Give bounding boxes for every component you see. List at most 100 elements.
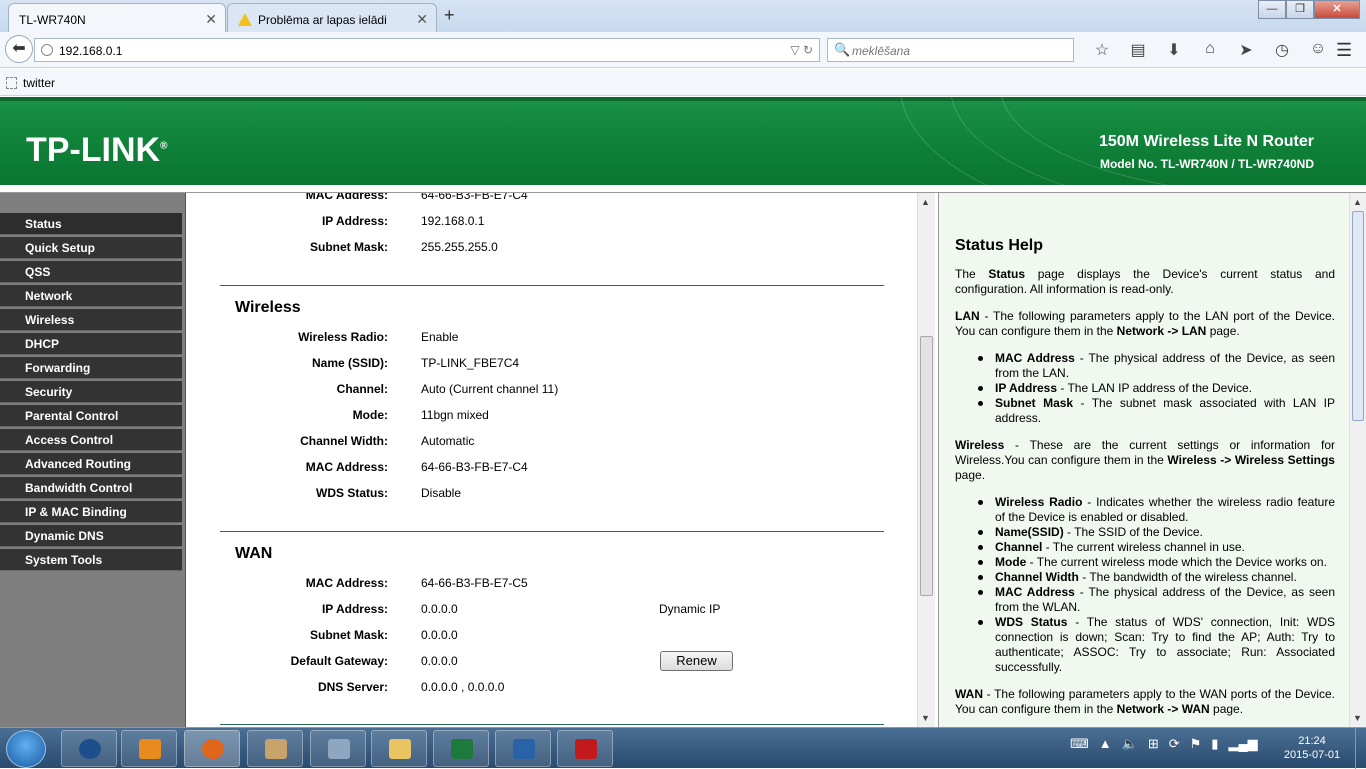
tab-tl-wr740n[interactable]: TL-WR740N ✕ [8, 3, 226, 32]
sidebar-item-security[interactable]: Security [0, 381, 182, 403]
main-scrollbar[interactable]: ▲ ▼ [917, 193, 935, 727]
network-icon[interactable]: ⟳ [1169, 736, 1180, 752]
browser-tab-bar: TL-WR740N ✕ Problēma ar lapas ielādi ✕ +… [0, 0, 1366, 32]
help-list-item: Channel - The current wireless channel i… [978, 540, 1335, 555]
send-icon[interactable]: ➤ [1228, 40, 1264, 60]
sidebar-item-access-control[interactable]: Access Control [0, 429, 182, 451]
router-header: TP-LINK® 150M Wireless Lite N Router Mod… [0, 97, 1366, 185]
help-list-item: MAC Address - The physical address of th… [978, 585, 1336, 614]
scroll-up-icon[interactable]: ▲ [921, 197, 930, 207]
product-model: Model No. TL-WR740N / TL-WR740ND [1099, 157, 1314, 171]
wireless-section-title: Wireless [235, 299, 301, 316]
menu-icon[interactable]: ☰ [1336, 40, 1352, 61]
clock-time: 21:24 [1298, 735, 1326, 747]
media-player-icon[interactable] [121, 730, 177, 767]
bookmark-star-icon[interactable]: ☆ [1084, 40, 1120, 60]
search-input[interactable]: 🔍 meklēšana [827, 38, 1074, 62]
help-title: Status Help [955, 237, 1044, 254]
excel-icon[interactable] [433, 730, 489, 767]
close-icon[interactable]: ✕ [205, 11, 217, 28]
scroll-thumb[interactable] [1352, 211, 1364, 421]
sidebar-item-advanced-routing[interactable]: Advanced Routing [0, 453, 182, 475]
sidebar-item-forwarding[interactable]: Forwarding [0, 357, 182, 379]
help-scrollbar[interactable]: ▲ ▼ [1349, 193, 1366, 727]
tray-expand-icon[interactable]: ▲ [1099, 736, 1112, 752]
taskbar-clock[interactable]: 21:24 2015-07-01 [1282, 734, 1342, 762]
sidebar-item-quick-setup[interactable]: Quick Setup [0, 237, 182, 259]
signal-icon[interactable]: ▂▄▆ [1228, 736, 1257, 752]
battery-icon[interactable]: ▮ [1211, 736, 1218, 752]
section-divider [220, 285, 884, 286]
section-divider [220, 724, 884, 725]
help-list-item: MAC Address - The physical address of th… [978, 351, 1336, 380]
sidebar-item-status[interactable]: Status [0, 213, 182, 235]
product-name: 150M Wireless Lite N Router [1098, 133, 1314, 150]
tab-label: Problēma ar lapas ielādi [258, 13, 387, 27]
status-main-panel: MAC Address: 64-66-B3-FB-E7-C4 IP Addres… [188, 193, 917, 727]
close-icon[interactable]: ✕ [416, 11, 428, 28]
app-icon[interactable] [495, 730, 551, 767]
acrobat-icon[interactable] [557, 730, 613, 767]
sidebar-item-parental-control[interactable]: Parental Control [0, 405, 182, 427]
tab-label: TL-WR740N [19, 13, 86, 27]
keyboard-icon[interactable]: ⌨ [1070, 736, 1089, 752]
sidebar-item-system-tools[interactable]: System Tools [0, 549, 182, 571]
show-desktop-button[interactable] [1355, 728, 1366, 769]
scroll-thumb[interactable] [920, 336, 933, 596]
help-wan: WAN - The following parameters apply to … [955, 687, 1335, 716]
close-window-button[interactable]: ✕ [1314, 0, 1360, 19]
sidebar-item-network[interactable]: Network [0, 285, 182, 307]
help-list-item: Name(SSID) - The SSID of the Device. [978, 525, 1335, 540]
sidebar-item-wireless[interactable]: Wireless [0, 309, 182, 331]
sidebar-item-dhcp[interactable]: DHCP [0, 333, 182, 355]
new-tab-button[interactable]: + [444, 5, 455, 26]
bookmark-icon [6, 77, 17, 89]
toolbar-icons: ☆ ▤ ⬇ ⌂ ➤ ◷ ☺ [1084, 40, 1336, 60]
sidebar-item-ip-mac-binding[interactable]: IP & MAC Binding [0, 501, 182, 523]
firefox-icon[interactable] [184, 730, 240, 767]
minimize-button[interactable]: — [1258, 0, 1286, 19]
file-explorer-icon[interactable] [371, 730, 427, 767]
url-bar[interactable]: 192.168.0.1 ▽ ↻ [34, 38, 820, 62]
home-icon[interactable]: ⌂ [1192, 40, 1228, 60]
smiley-icon[interactable]: ☺ [1300, 40, 1336, 60]
reload-icon[interactable]: ▽ ↻ [790, 43, 813, 57]
sidebar-item-qss[interactable]: QSS [0, 261, 182, 283]
url-text: 192.168.0.1 [59, 44, 123, 58]
sidebar-item-dynamic-dns[interactable]: Dynamic DNS [0, 525, 182, 547]
sidebar-item-bandwidth-control[interactable]: Bandwidth Control [0, 477, 182, 499]
volume-icon[interactable]: 🔈 [1122, 736, 1138, 752]
windows-taskbar: ⌨ ▲ 🔈 ⊞ ⟳ ⚑ ▮ ▂▄▆ 21:24 2015-07-01 [0, 727, 1366, 769]
help-lan: LAN - The following parameters apply to … [955, 309, 1335, 338]
bookmark-twitter[interactable]: twitter [6, 76, 55, 90]
header-divider [0, 185, 1366, 193]
action-center-icon[interactable]: ⚑ [1190, 736, 1202, 752]
history-icon[interactable]: ◷ [1264, 40, 1300, 60]
system-tray: ⌨ ▲ 🔈 ⊞ ⟳ ⚑ ▮ ▂▄▆ [1070, 736, 1258, 752]
scroll-up-icon[interactable]: ▲ [1353, 197, 1362, 207]
help-intro: The Status page displays the Device's cu… [955, 267, 1335, 296]
download-icon[interactable]: ⬇ [1156, 40, 1192, 60]
renew-button[interactable]: Renew [660, 651, 733, 671]
help-list-item: WDS Status - The status of WDS' connecti… [978, 615, 1335, 674]
warning-icon [238, 13, 252, 26]
start-button[interactable] [6, 730, 46, 768]
tp-link-logo: TP-LINK® [26, 131, 168, 169]
maximize-button[interactable]: ❐ [1286, 0, 1314, 19]
search-placeholder: meklēšana [852, 44, 911, 58]
calculator-icon[interactable] [310, 730, 366, 767]
scroll-down-icon[interactable]: ▼ [1353, 713, 1362, 723]
hp-app-icon[interactable] [61, 730, 117, 767]
help-wireless: Wireless - These are the current setting… [955, 438, 1335, 482]
scroll-down-icon[interactable]: ▼ [921, 713, 930, 723]
help-list-item: IP Address - The LAN IP address of the D… [978, 381, 1335, 396]
network-app-icon[interactable] [247, 730, 303, 767]
bookmarks-bar: twitter [0, 69, 1366, 96]
back-button[interactable]: ⬅ [5, 35, 33, 63]
windows-flag-icon[interactable]: ⊞ [1148, 736, 1159, 752]
reading-list-icon[interactable]: ▤ [1120, 40, 1156, 60]
search-icon: 🔍 [834, 42, 851, 57]
section-divider [220, 531, 884, 532]
help-panel: Status Help The Status page displays the… [938, 193, 1349, 727]
tab-page-load-problem[interactable]: Problēma ar lapas ielādi ✕ [227, 3, 437, 32]
